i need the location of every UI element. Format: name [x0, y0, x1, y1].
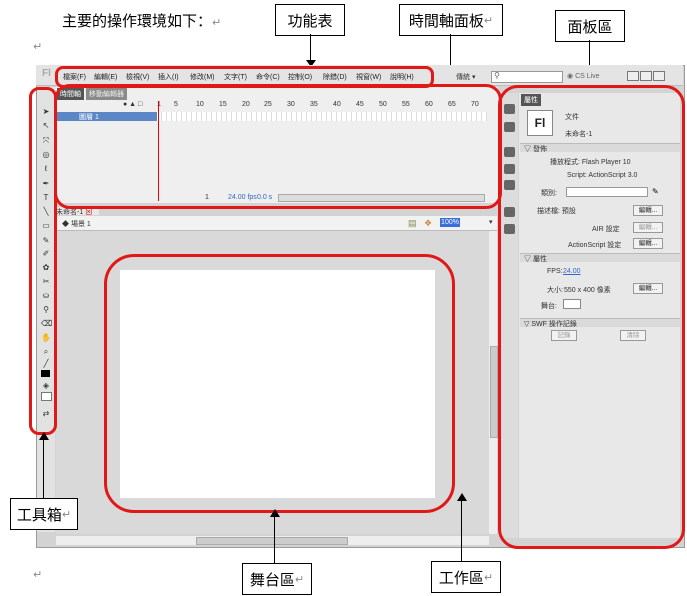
- arrow-line: [310, 34, 311, 62]
- callout-menu: 功能表: [275, 4, 345, 36]
- arrow-line: [274, 516, 275, 563]
- callout-panel: 面板區: [555, 10, 625, 42]
- arrow-head: [39, 432, 49, 440]
- arrow-head: [457, 493, 467, 501]
- callout-stage: 舞台區 ↵: [242, 563, 312, 595]
- paragraph-mark: ↵: [33, 568, 43, 581]
- arrow-line: [461, 500, 462, 561]
- scene-icon: ◆: [62, 221, 69, 228]
- cs-live-button[interactable]: ◉ CS Live: [567, 72, 600, 80]
- zoom-dropdown-icon[interactable]: ▾: [489, 218, 493, 226]
- edit-bar: ◆ 場景 1 ▤ ❖ 100% ▾: [56, 216, 497, 231]
- highlight-stage: [104, 254, 455, 513]
- arrow-head: [270, 509, 280, 517]
- highlight-panels: [498, 85, 685, 549]
- document-heading: 主要的操作環境如下：↵: [62, 12, 222, 30]
- search-icon: ⚲: [494, 71, 500, 80]
- paragraph-mark: ↵: [33, 40, 43, 53]
- work-vscroll[interactable]: [489, 231, 498, 534]
- restore-button[interactable]: [640, 71, 652, 81]
- callout-toolbox: 工具箱 ↵: [10, 498, 78, 530]
- work-hscroll[interactable]: [56, 536, 489, 545]
- arrow-line: [43, 440, 44, 500]
- highlight-timeline: [54, 84, 502, 209]
- hscroll-thumb[interactable]: [196, 537, 348, 545]
- callout-work: 工作區 ↵: [431, 561, 501, 593]
- edit-symbol-icon[interactable]: ❖: [424, 218, 432, 229]
- highlight-toolbox: [29, 87, 57, 435]
- app-logo: Fl: [42, 68, 51, 79]
- callout-timeline: 時間軸面板 ↵: [399, 4, 503, 36]
- scene-label: ◆ 場景 1: [62, 221, 91, 228]
- search-input[interactable]: ⚲: [491, 71, 563, 83]
- workspace-selector[interactable]: 傳統 ▾: [456, 72, 475, 82]
- minimize-button[interactable]: [627, 71, 639, 81]
- edit-scene-icon[interactable]: ▤: [408, 218, 417, 229]
- vscroll-thumb[interactable]: [490, 346, 498, 438]
- close-button[interactable]: [653, 71, 665, 81]
- zoom-field[interactable]: 100%: [440, 218, 460, 227]
